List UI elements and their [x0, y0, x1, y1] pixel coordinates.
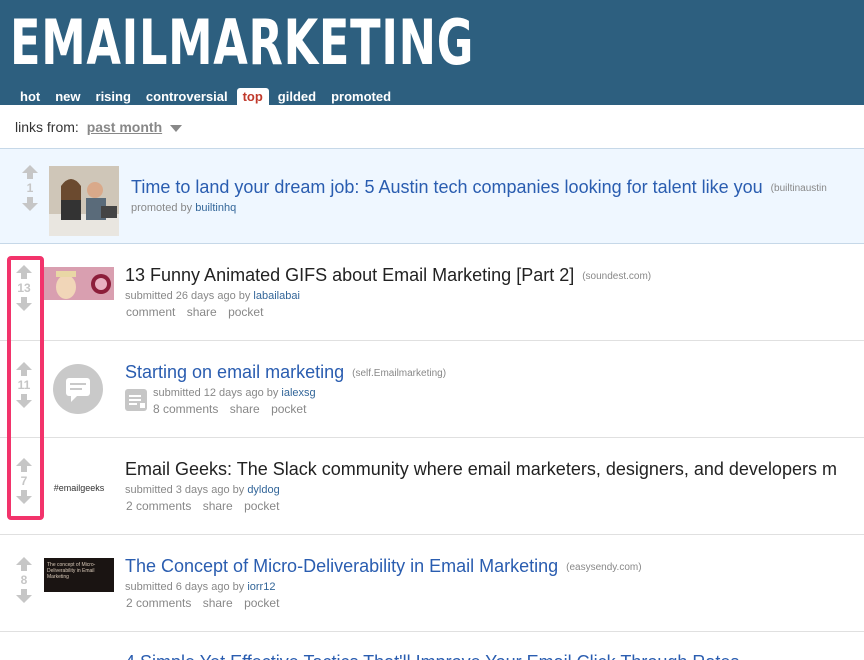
vote-column-highlight	[7, 256, 44, 520]
post-item: 7 #emailgeeks Email Geeks: The Slack com…	[0, 438, 864, 534]
tab-top[interactable]: top	[236, 88, 269, 105]
chevron-down-icon[interactable]	[170, 124, 183, 132]
people-photo-icon	[49, 166, 119, 236]
post-item: 4 Simple Yet Effective Tactics That'll I…	[0, 632, 864, 660]
time-filter: links from: past month	[15, 119, 183, 135]
expand-selftext-button[interactable]	[125, 389, 147, 411]
post-domain[interactable]: (easysendy.com)	[566, 562, 641, 573]
tab-rising[interactable]: rising	[90, 88, 137, 105]
post-tagline: submitted 6 days ago by iorr12	[125, 581, 275, 593]
post-buttons: 8 comments share pocket	[153, 402, 314, 416]
post-tagline: submitted 3 days ago by dyldog	[125, 484, 280, 496]
post-buttons: comment share pocket	[126, 305, 271, 319]
share-button[interactable]: share	[203, 499, 233, 513]
post-author-link[interactable]: labailabai	[253, 290, 299, 302]
post-thumbnail[interactable]	[49, 166, 119, 236]
post-author-link[interactable]: iorr12	[247, 581, 275, 593]
time-filter-label: links from:	[15, 119, 79, 135]
tagline-prefix: submitted 26 days ago by	[125, 290, 251, 302]
post-title-link[interactable]: 4 Simple Yet Effective Tactics That'll I…	[125, 652, 739, 660]
share-button[interactable]: share	[187, 305, 217, 319]
post-title-text: Email Geeks: The Slack community where e…	[125, 459, 837, 479]
post-title-text: The Concept of Micro-Deliverability in E…	[125, 556, 559, 576]
pocket-button[interactable]: pocket	[244, 499, 279, 513]
share-button[interactable]: share	[230, 402, 260, 416]
thumbnail-caption: The concept of Micro-Deliverability in E…	[47, 562, 96, 580]
self-post-thumbnail[interactable]	[53, 364, 103, 414]
post-title-link[interactable]: Email Geeks: The Slack community where e…	[125, 459, 837, 480]
post-title-text: 13 Funny Animated GIFS about Email Marke…	[125, 265, 575, 285]
upvote-arrow-icon[interactable]	[16, 557, 32, 571]
tagline-prefix: submitted 6 days ago by	[125, 581, 245, 593]
upvote-arrow-icon[interactable]	[22, 165, 38, 179]
post-title-link[interactable]: Starting on email marketing (self.Emailma…	[125, 362, 446, 383]
post-domain[interactable]: (builtinaustin	[771, 183, 827, 194]
post-item: 11 Starting on email marketing (self.Emai…	[0, 341, 864, 437]
post-author-link[interactable]: ialexsg	[281, 387, 315, 399]
pocket-button[interactable]: pocket	[228, 305, 263, 319]
vote-box: 1	[18, 165, 42, 211]
post-title-text: Time to land your dream job: 5 Austin te…	[131, 177, 763, 197]
comments-button[interactable]: 8 comments	[153, 402, 218, 416]
post-title-text: 4 Simple Yet Effective Tactics That'll I…	[125, 652, 739, 660]
post-item: 13 13 Funny Animated GIFS about Email Ma…	[0, 245, 864, 341]
cartoon-thumbnail-icon	[44, 267, 114, 300]
post-title-text: Starting on email marketing	[125, 362, 345, 382]
post-tagline: submitted 26 days ago by labailabai	[125, 290, 300, 302]
tab-menu: hot new rising controversial top gilded …	[14, 88, 400, 105]
post-thumbnail[interactable]	[44, 267, 114, 300]
tagline-prefix: promoted by	[131, 202, 193, 214]
post-score: 8	[20, 573, 28, 587]
post-buttons: 2 comments share pocket	[126, 596, 287, 610]
post-item: 8 The concept of Micro-Deliverability in…	[0, 535, 864, 631]
subreddit-banner[interactable]: EMAILMARKETING	[10, 8, 474, 78]
downvote-arrow-icon[interactable]	[16, 589, 32, 603]
tagline-prefix: submitted 3 days ago by	[125, 484, 245, 496]
post-title-link[interactable]: 13 Funny Animated GIFS about Email Marke…	[125, 265, 651, 286]
speech-bubble-icon	[53, 364, 103, 414]
post-tagline: promoted by builtinhq	[131, 202, 236, 214]
tab-hot[interactable]: hot	[14, 88, 46, 105]
share-button[interactable]: share	[203, 596, 233, 610]
post-author-link[interactable]: dyldog	[247, 484, 279, 496]
promoted-post: 1 Time to land your dream job: 5 Austin …	[0, 148, 864, 244]
tagline-prefix: submitted 12 days ago by	[153, 387, 279, 399]
vote-box: 8	[12, 557, 36, 603]
tab-new[interactable]: new	[49, 88, 86, 105]
pocket-button[interactable]: pocket	[244, 596, 279, 610]
downvote-arrow-icon[interactable]	[22, 197, 38, 211]
post-buttons: 2 comments share pocket	[126, 499, 287, 513]
comments-button[interactable]: comment	[126, 305, 175, 319]
post-domain[interactable]: (soundest.com)	[582, 271, 651, 282]
post-thumbnail[interactable]: The concept of Micro-Deliverability in E…	[44, 558, 114, 592]
comments-button[interactable]: 2 comments	[126, 499, 191, 513]
comments-button[interactable]: 2 comments	[126, 596, 191, 610]
text-expand-icon	[125, 389, 147, 411]
pocket-button[interactable]: pocket	[271, 402, 306, 416]
tab-gilded[interactable]: gilded	[272, 88, 322, 105]
post-tagline: submitted 12 days ago by ialexsg	[153, 387, 316, 399]
tab-controversial[interactable]: controversial	[140, 88, 234, 105]
post-title-link[interactable]: The Concept of Micro-Deliverability in E…	[125, 556, 642, 577]
tab-promoted[interactable]: promoted	[325, 88, 397, 105]
post-thumbnail[interactable]: #emailgeeks	[44, 483, 114, 497]
post-title-link[interactable]: Time to land your dream job: 5 Austin te…	[131, 177, 827, 198]
post-score: 1	[26, 181, 34, 195]
subreddit-header: EMAILMARKETING hot new rising controvers…	[0, 0, 864, 105]
post-author-link[interactable]: builtinhq	[195, 202, 236, 214]
time-filter-dropdown[interactable]: past month	[87, 119, 162, 135]
post-domain[interactable]: (self.Emailmarketing)	[352, 368, 446, 379]
